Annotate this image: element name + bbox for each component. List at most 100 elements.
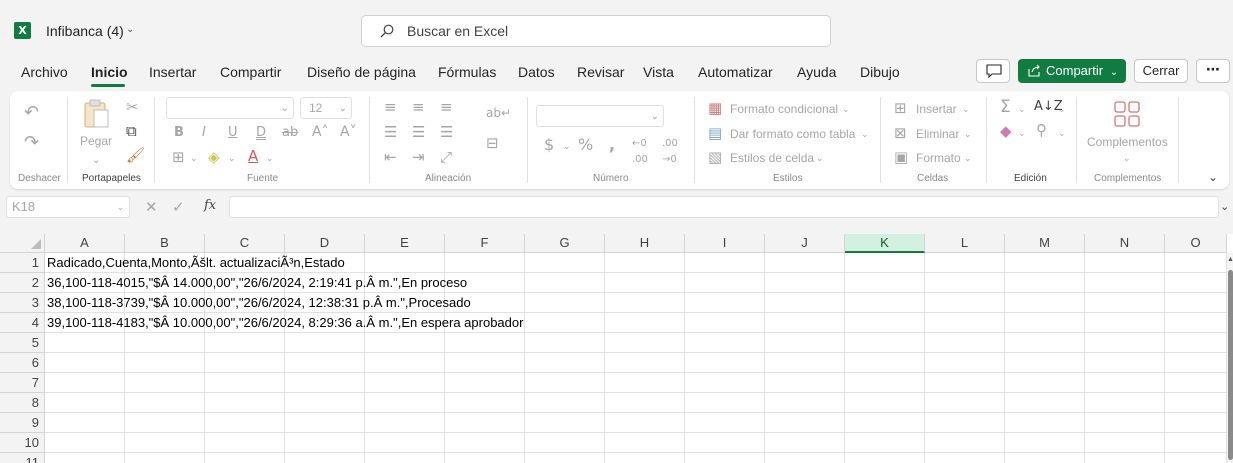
expand-formula-bar-icon[interactable]: ⌄	[1220, 200, 1229, 213]
chevron-down-icon[interactable]: ⌄	[962, 102, 970, 118]
cell-a1[interactable]: Radicado,Cuenta,Monto,Ãšlt. actualizaciÃ…	[47, 253, 345, 273]
copy-icon[interactable]: ⧉	[126, 123, 137, 139]
borders-icon[interactable]: ⊞	[172, 149, 185, 165]
tab-dibujo[interactable]: Dibujo	[860, 64, 900, 80]
tab-diseno-pagina[interactable]: Diseño de página	[307, 64, 416, 80]
format-cells-button[interactable]: Formato	[916, 151, 961, 165]
cell-styles-icon[interactable]: ▧	[708, 149, 722, 165]
percent-icon[interactable]: %	[578, 137, 593, 153]
vertical-scrollbar-thumb[interactable]	[1228, 270, 1233, 460]
row-header-1[interactable]: 1	[0, 253, 45, 273]
insert-cells-icon[interactable]: ⊞	[894, 100, 907, 116]
double-underline-icon[interactable]: D	[256, 125, 266, 141]
italic-icon[interactable]: I	[202, 125, 206, 141]
conditional-format-icon[interactable]: ▦	[708, 100, 722, 116]
row-header-10[interactable]: 10	[0, 433, 45, 453]
format-cells-icon[interactable]: ▣	[894, 149, 908, 165]
column-header-j[interactable]: J	[765, 234, 845, 253]
name-box[interactable]: K18 ⌄	[6, 196, 130, 218]
column-header-o[interactable]: O	[1165, 234, 1227, 253]
tab-compartir[interactable]: Compartir	[220, 64, 281, 80]
column-header-f[interactable]: F	[445, 234, 525, 253]
font-name-select[interactable]: ⌄	[166, 97, 294, 119]
fill-color-icon[interactable]: ◈	[208, 149, 220, 165]
chevron-down-icon[interactable]: ⌄	[266, 151, 274, 167]
chevron-down-icon[interactable]: ⌄	[563, 139, 571, 155]
tab-insertar[interactable]: Insertar	[149, 64, 196, 80]
undo-icon[interactable]: ↶	[24, 104, 39, 122]
chevron-down-icon[interactable]: ⌄	[964, 151, 972, 167]
decrease-indent-icon[interactable]: ⇤	[384, 149, 397, 165]
font-size-select[interactable]: 12 ⌄	[300, 97, 352, 119]
redo-icon[interactable]: ↷	[24, 134, 39, 152]
chevron-down-icon[interactable]: ⌄	[861, 127, 869, 143]
paste-label[interactable]: Pegar	[80, 134, 112, 148]
cell-styles-button[interactable]: Estilos de celda	[730, 151, 814, 165]
scroll-up-icon[interactable]: ▲	[1227, 256, 1233, 263]
chevron-down-icon[interactable]: ⌄	[92, 153, 100, 169]
add-ins-icon[interactable]	[1114, 101, 1140, 127]
format-table-icon[interactable]: ▤	[708, 125, 722, 141]
bold-icon[interactable]: B	[174, 125, 184, 141]
strikethrough-icon[interactable]: ab	[282, 125, 298, 141]
cell-a4[interactable]: 39,100-118-4183,"$Â 10.000,00","26/6/202…	[47, 313, 523, 333]
tab-vista[interactable]: Vista	[643, 64, 674, 80]
select-all-button[interactable]	[0, 234, 45, 253]
column-header-d[interactable]: D	[285, 234, 365, 253]
column-header-h[interactable]: H	[605, 234, 685, 253]
align-left-icon[interactable]: ☰	[384, 124, 397, 140]
align-right-icon[interactable]: ☰	[440, 124, 453, 140]
align-bottom-icon[interactable]: ≡	[440, 99, 453, 115]
comments-button[interactable]	[976, 59, 1010, 83]
column-header-c[interactable]: C	[205, 234, 285, 253]
format-as-table-button[interactable]: Dar formato como tabla	[730, 127, 855, 141]
chevron-down-icon[interactable]: ⌄	[126, 24, 134, 35]
tab-automatizar[interactable]: Automatizar	[698, 64, 773, 80]
clear-icon[interactable]: ◆	[1000, 123, 1012, 139]
chevron-down-icon[interactable]: ⌄	[964, 127, 972, 143]
tab-datos[interactable]: Datos	[518, 64, 555, 80]
tab-inicio[interactable]: Inicio	[91, 64, 128, 80]
add-ins-button[interactable]: Complementos	[1087, 135, 1168, 149]
share-button[interactable]: Compartir ⌄	[1018, 59, 1126, 83]
format-painter-icon[interactable]: 🖌	[126, 147, 145, 163]
cell-a3[interactable]: 38,100-118-3739,"$Â 10.000,00","26/6/202…	[47, 293, 471, 313]
chevron-down-icon[interactable]: ⌄	[1058, 102, 1066, 118]
orientation-icon[interactable]: ⤢	[440, 149, 452, 165]
tab-formulas[interactable]: Fórmulas	[438, 64, 496, 80]
close-button[interactable]: Cerrar	[1134, 59, 1188, 83]
chevron-down-icon[interactable]: ⌄	[842, 102, 850, 118]
tab-revisar[interactable]: Revisar	[577, 64, 624, 80]
merge-center-icon[interactable]: ⊟	[486, 135, 499, 151]
column-header-m[interactable]: M	[1005, 234, 1085, 253]
chevron-down-icon[interactable]: ⌄	[190, 151, 198, 167]
tab-ayuda[interactable]: Ayuda	[797, 64, 836, 80]
font-color-icon[interactable]: A	[248, 148, 258, 164]
chevron-down-icon[interactable]: ⌄	[228, 151, 236, 167]
ribbon-expand-icon[interactable]: ⌄	[1208, 169, 1218, 185]
wrap-text-icon[interactable]: ab↵	[486, 105, 511, 121]
column-header-i[interactable]: I	[685, 234, 765, 253]
cell-a2[interactable]: 36,100-118-4015,"$Â 14.000,00","26/6/202…	[47, 273, 467, 293]
decrease-decimal-icon[interactable]: .00 →0	[662, 136, 678, 168]
row-header-8[interactable]: 8	[0, 393, 45, 413]
chevron-down-icon[interactable]: ⌄	[1123, 151, 1131, 167]
row-header-3[interactable]: 3	[0, 293, 45, 313]
align-center-icon[interactable]: ☰	[412, 124, 425, 140]
search-input[interactable]	[407, 23, 787, 39]
row-header-5[interactable]: 5	[0, 333, 45, 353]
row-header-11[interactable]: 11	[0, 453, 45, 463]
chevron-down-icon[interactable]: ⌄	[816, 151, 824, 167]
column-header-n[interactable]: N	[1085, 234, 1165, 253]
chevron-down-icon[interactable]: ⌄	[1058, 126, 1066, 142]
row-header-7[interactable]: 7	[0, 373, 45, 393]
column-header-e[interactable]: E	[365, 234, 445, 253]
insert-cells-button[interactable]: Insertar	[916, 102, 957, 116]
underline-icon[interactable]: U	[228, 125, 238, 141]
delete-cells-button[interactable]: Eliminar	[916, 127, 959, 141]
formula-input[interactable]	[229, 196, 1219, 218]
decrease-font-icon[interactable]: A˅	[340, 124, 357, 140]
search-box[interactable]	[361, 15, 831, 47]
row-header-9[interactable]: 9	[0, 413, 45, 433]
row-header-2[interactable]: 2	[0, 273, 45, 293]
